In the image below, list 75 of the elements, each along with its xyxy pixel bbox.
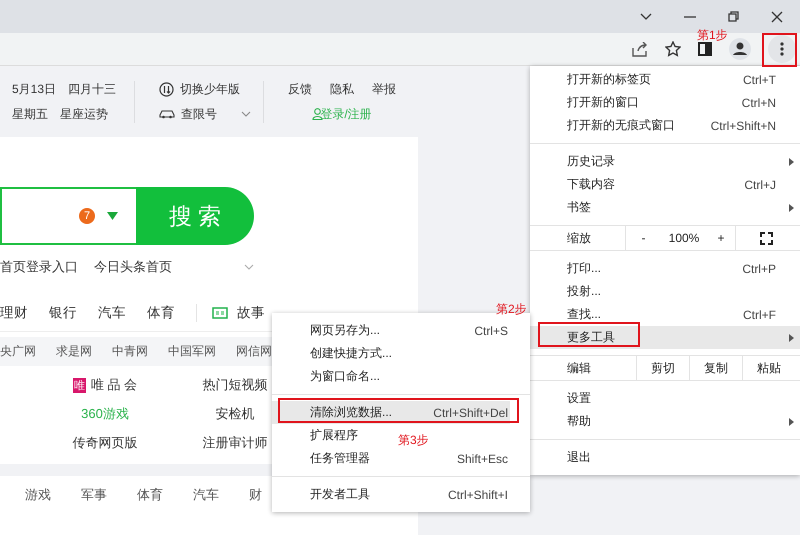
car-icon — [159, 109, 176, 119]
news-tab[interactable]: 财 — [249, 486, 262, 504]
more-icon — [780, 42, 784, 56]
nav-link[interactable]: 故事 — [237, 304, 265, 322]
site-link[interactable]: 热门短视频 — [202, 376, 268, 394]
nav-link[interactable]: 理财 — [0, 304, 28, 322]
zoom-label: 缩放 — [566, 230, 592, 246]
menu-item[interactable]: 打开新的窗口 Ctrl+N — [530, 91, 800, 114]
plate-limit-link[interactable]: 查限号 — [181, 106, 218, 122]
menu-item[interactable]: 开发者工具 Ctrl+Shift+I — [272, 483, 510, 506]
menu-item[interactable]: 投射... — [530, 280, 800, 303]
zoom-value: 100% — [668, 230, 700, 247]
menu-item[interactable]: 创建快捷方式... — [272, 342, 400, 365]
menu-item[interactable]: 帮助 — [530, 410, 800, 433]
menu-item[interactable]: 打开新的标签页 Ctrl+T — [530, 68, 800, 91]
site-link[interactable]: 网信网 — [236, 343, 272, 360]
site-link[interactable]: 唯 品 会 — [90, 376, 138, 394]
nav-link[interactable]: 银行 — [49, 304, 77, 322]
menu-item[interactable]: 网页另存为... Ctrl+S — [272, 319, 510, 342]
lunar-date-text: 四月十三 — [68, 80, 116, 98]
minimize-icon[interactable] — [684, 16, 696, 18]
nav-link[interactable]: 汽车 — [98, 304, 126, 322]
menu-item[interactable]: 下载内容 Ctrl+J — [530, 173, 800, 196]
site-link[interactable]: 中国军网 — [168, 343, 216, 360]
header-link[interactable]: 隐私 — [330, 80, 354, 98]
annotation-frame — [762, 33, 797, 67]
menu-item[interactable]: 为窗口命名... — [272, 365, 388, 388]
site-link[interactable]: 央广网 — [0, 343, 36, 360]
menu-button[interactable] — [768, 35, 796, 63]
header-link[interactable]: 举报 — [372, 80, 396, 98]
nav-link[interactable]: 体育 — [147, 304, 175, 322]
swap-circle-icon — [159, 82, 174, 96]
menu-item[interactable]: 更多工具 — [530, 326, 800, 349]
menu-item[interactable]: 历史记录 — [530, 150, 800, 173]
hot-link[interactable]: 首页登录入口 — [0, 258, 78, 276]
notification-badge: 7 — [79, 208, 95, 224]
site-link[interactable]: 安检机 — [216, 405, 254, 423]
menu-item[interactable]: 书签 — [530, 196, 800, 219]
profile-icon[interactable] — [729, 38, 751, 60]
site-link[interactable]: 传奇网页版 — [72, 434, 138, 452]
hot-link[interactable]: 今日头条首页 — [94, 258, 172, 276]
site-link[interactable]: 中青网 — [112, 343, 148, 360]
youth-mode-link[interactable]: 切换少年版 — [180, 80, 240, 98]
news-tab[interactable]: 游戏 — [25, 486, 51, 504]
menu-item[interactable]: 打开新的无痕式窗口 Ctrl+Shift+N — [530, 114, 800, 137]
site-link[interactable]: 注册审计师 — [202, 434, 268, 452]
book-icon — [212, 307, 228, 319]
horoscope-link[interactable]: 星座运势 — [60, 106, 108, 122]
edit-label: 编辑 — [566, 360, 592, 376]
news-tab[interactable]: 汽车 — [193, 486, 219, 504]
fullscreen-icon — [760, 232, 773, 244]
shop-logo-icon: 唯 — [72, 378, 86, 392]
chevron-down-icon[interactable] — [640, 12, 652, 20]
menu-item[interactable]: 打印... Ctrl+P — [530, 257, 800, 280]
news-tab[interactable]: 军事 — [81, 486, 107, 504]
weekday-text: 星期五 — [12, 106, 48, 122]
menu-item[interactable]: 清除浏览数据... Ctrl+Shift+Del — [272, 401, 510, 424]
share-icon[interactable] — [632, 42, 648, 56]
menu-item[interactable]: 设置 — [530, 387, 800, 410]
menu-item[interactable]: 任务管理器 Shift+Esc — [272, 447, 510, 470]
star-icon[interactable] — [665, 41, 681, 57]
close-icon[interactable] — [771, 10, 783, 22]
restore-icon[interactable] — [728, 11, 739, 22]
step-annotation: 第1步 — [697, 27, 728, 44]
step-annotation: 第3步 — [398, 432, 429, 449]
menu-item[interactable]: 查找... Ctrl+F — [530, 303, 800, 326]
step-annotation: 第2步 — [496, 301, 527, 318]
site-link[interactable]: 求是网 — [56, 343, 92, 360]
side-panel-icon[interactable] — [698, 42, 712, 56]
news-tab[interactable]: 体育 — [137, 486, 163, 504]
header-link[interactable]: 反馈 — [288, 80, 312, 98]
dropdown-triangle-icon[interactable] — [107, 212, 118, 220]
menu-item[interactable]: 扩展程序 — [272, 424, 366, 447]
date-text: 5月13日 — [12, 80, 56, 98]
menu-item[interactable]: 退出 — [530, 446, 800, 469]
